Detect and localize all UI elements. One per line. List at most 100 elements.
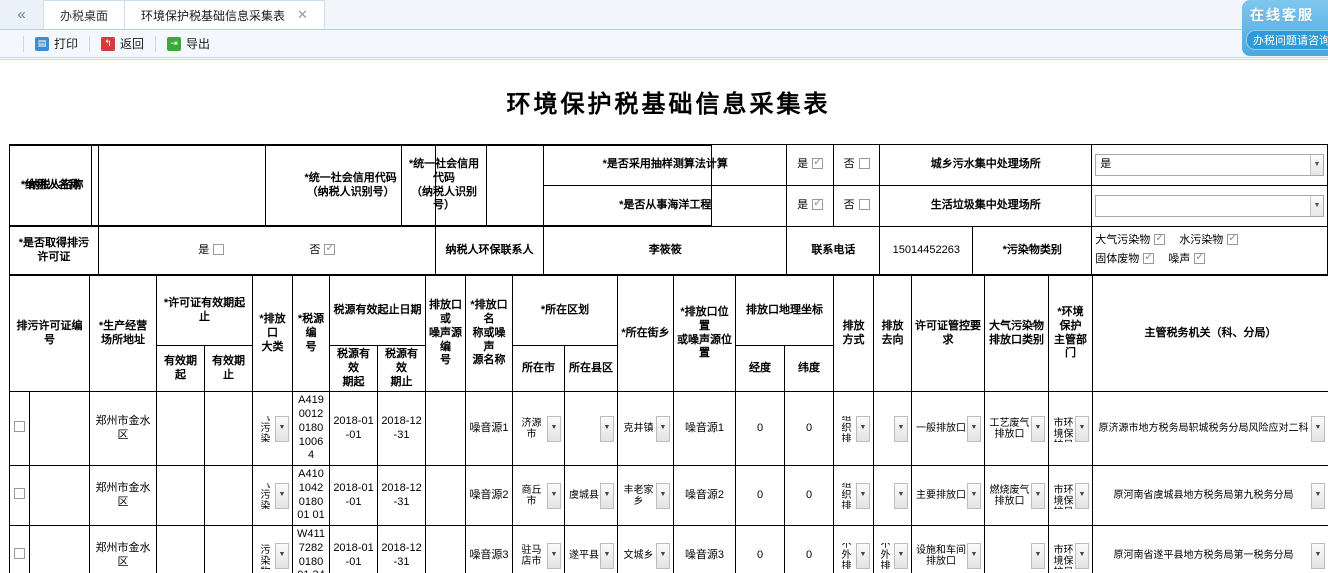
- online-service-pill[interactable]: 办税问题请咨询: [1246, 30, 1328, 50]
- checkbox-pollutant-noise[interactable]: 噪声: [1168, 251, 1206, 267]
- cell-outlet-category[interactable]: 大气污染物 ▼: [252, 465, 293, 526]
- value-contact-phone[interactable]: 15014452263: [879, 226, 974, 275]
- checkbox-icon[interactable]: [1143, 251, 1155, 265]
- chevron-down-icon[interactable]: ▼: [1310, 196, 1323, 216]
- print-button[interactable]: ▤ 打印: [33, 35, 80, 52]
- chevron-down-icon[interactable]: ▼: [1031, 542, 1045, 569]
- cell-permit-control[interactable]: 一般排放口 ▼: [911, 391, 985, 466]
- chevron-down-icon[interactable]: ▼: [1311, 415, 1325, 442]
- chevron-down-icon[interactable]: ▼: [856, 542, 870, 569]
- cell-longitude[interactable]: 0: [735, 465, 785, 526]
- cell-permit-control[interactable]: 设施和车间排放口 ▼: [911, 525, 985, 573]
- chevron-down-icon[interactable]: ▼: [1075, 542, 1089, 569]
- env-dept-combo[interactable]: 郑州市环境保护局▼: [1052, 542, 1089, 569]
- value-env-contact[interactable]: 李筱筱: [543, 226, 788, 275]
- cell-tax-source-no[interactable]: A4190012018010064: [292, 391, 330, 466]
- discharge-method-combo[interactable]: 不外排 ▼: [837, 542, 870, 569]
- cell-outlet-position[interactable]: 噪音源3: [673, 525, 736, 573]
- chevron-down-icon[interactable]: ▼: [894, 542, 908, 569]
- cell-permit-valid-from[interactable]: [156, 465, 205, 526]
- chevron-down-icon[interactable]: ▼: [547, 482, 561, 509]
- chevron-down-icon[interactable]: ▼: [894, 482, 908, 509]
- checkbox-pollutant-water[interactable]: 水污染物: [1179, 232, 1239, 248]
- township-combo[interactable]: 丰老家乡 ▼: [621, 482, 670, 509]
- chevron-down-icon[interactable]: ▼: [275, 482, 289, 509]
- checkbox-icon[interactable]: [1227, 232, 1239, 246]
- county-combo[interactable]: 遂平县 ▼: [568, 542, 614, 569]
- cell-township[interactable]: 文城乡 ▼: [617, 525, 674, 573]
- cell-longitude[interactable]: 0: [735, 525, 785, 573]
- outlet-category-combo[interactable]: 水污染物 ▼: [256, 542, 289, 569]
- checkbox-pollutant-air[interactable]: 大气污染物: [1095, 232, 1166, 248]
- sewage-site-combo[interactable]: 是 ▼: [1095, 154, 1324, 176]
- chevron-down-icon[interactable]: ▼: [1031, 482, 1045, 509]
- cell-permit-valid-from[interactable]: [156, 525, 205, 573]
- cell-township[interactable]: 克井镇 ▼: [617, 391, 674, 466]
- cell-longitude[interactable]: 0: [735, 391, 785, 466]
- cell-tax-valid-to[interactable]: 2018-12-31: [377, 525, 426, 573]
- cell-county[interactable]: 虞城县 ▼: [564, 465, 618, 526]
- export-button[interactable]: ⇥ 导出: [165, 35, 212, 52]
- chevron-down-icon[interactable]: ▼: [547, 542, 561, 569]
- cell-permit-no[interactable]: [29, 525, 90, 573]
- cell-discharge-method[interactable]: 不外排 ▼: [833, 525, 874, 573]
- cell-county[interactable]: 遂平县 ▼: [564, 525, 618, 573]
- tax-authority-combo[interactable]: 原济源市地方税务局轵城税务分局风险应对二科 ▼: [1096, 415, 1325, 442]
- discharge-direction-combo[interactable]: 不外排 ▼: [877, 542, 908, 569]
- chevron-down-icon[interactable]: ▼: [1310, 155, 1323, 175]
- air-outlet-type-combo[interactable]: 燃烧废气排放口 ▼: [988, 482, 1045, 509]
- cell-discharge-method[interactable]: 有组织排放 ▼: [833, 391, 874, 466]
- cell-outlet-position[interactable]: 噪音源2: [673, 465, 736, 526]
- cell-tax-valid-from[interactable]: 2018-01-01: [329, 525, 378, 573]
- county-combo[interactable]: 虞城县 ▼: [568, 482, 614, 509]
- chevron-down-icon[interactable]: ▼: [600, 415, 614, 442]
- township-combo[interactable]: 克井镇 ▼: [621, 415, 670, 442]
- permit-control-combo[interactable]: 一般排放口 ▼: [915, 415, 981, 442]
- air-outlet-type-combo[interactable]: 工艺废气排放口 ▼: [988, 415, 1045, 442]
- cell-permit-valid-from[interactable]: [156, 391, 205, 466]
- checkbox-icon[interactable]: [858, 199, 870, 211]
- cell-tax-valid-to[interactable]: 2018-12-31: [377, 465, 426, 526]
- city-combo[interactable]: 济源市 ▼: [516, 415, 561, 442]
- cell-outlet-category[interactable]: 大气污染物 ▼: [252, 391, 293, 466]
- chevron-down-icon[interactable]: ▼: [856, 482, 870, 509]
- cell-discharge-direction[interactable]: 不外排 ▼: [873, 525, 912, 573]
- checkbox-marine-no[interactable]: 否: [832, 185, 881, 227]
- cell-tax-valid-from[interactable]: 2018-01-01: [329, 465, 378, 526]
- checkbox-permit-yes[interactable]: 是: [198, 243, 225, 258]
- checkbox-icon[interactable]: [858, 158, 870, 170]
- cell-permit-no[interactable]: [29, 391, 90, 466]
- checkbox-marine-yes[interactable]: 是: [786, 185, 834, 227]
- cell-tax-authority[interactable]: 原河南省遂平县地方税务局第一税务分局 ▼: [1092, 525, 1328, 573]
- checkbox-icon[interactable]: [812, 197, 824, 211]
- tab-办税桌面[interactable]: 办税桌面: [44, 0, 126, 29]
- cell-latitude[interactable]: 0: [784, 465, 834, 526]
- cell-outlet-position[interactable]: 噪音源1: [673, 391, 736, 466]
- field-sewage-site[interactable]: 是 ▼: [1091, 144, 1328, 186]
- cell-discharge-method[interactable]: 有组织排放 ▼: [833, 465, 874, 526]
- cell-latitude[interactable]: 0: [784, 391, 834, 466]
- chevron-down-icon[interactable]: ▼: [600, 482, 614, 509]
- row-select-checkbox[interactable]: [9, 465, 30, 526]
- cell-permit-control[interactable]: 主要排放口 ▼: [911, 465, 985, 526]
- chevron-down-icon[interactable]: ▼: [275, 415, 289, 442]
- chevron-down-icon[interactable]: ▼: [656, 415, 670, 442]
- table-row[interactable]: 郑州市金水区水污染物▼W4117282018001 342018-01-0120…: [9, 525, 1328, 573]
- chevron-down-icon[interactable]: ▼: [600, 542, 614, 569]
- cell-tax-valid-to[interactable]: 2018-12-31: [377, 391, 426, 466]
- checkbox-icon[interactable]: [213, 243, 225, 255]
- city-combo[interactable]: 商丘市 ▼: [516, 482, 561, 509]
- field-taxpayer-name[interactable]: [97, 144, 267, 227]
- checkbox-sampling-yes[interactable]: 是: [786, 144, 834, 186]
- outlet-category-combo[interactable]: 大气污染物 ▼: [256, 415, 289, 442]
- discharge-method-combo[interactable]: 有组织排放 ▼: [837, 415, 870, 442]
- cell-air-outlet-type[interactable]: 燃烧废气排放口 ▼: [984, 465, 1049, 526]
- cell-air-outlet-type[interactable]: 工艺废气排放口 ▼: [984, 391, 1049, 466]
- cell-outlet-or-noise-no[interactable]: [425, 465, 466, 526]
- checkbox-icon[interactable]: [1154, 232, 1166, 246]
- checkbox-permit-no[interactable]: 否: [309, 242, 336, 258]
- cell-outlet-or-noise-no[interactable]: [425, 391, 466, 466]
- table-row[interactable]: 郑州市金水区大气污染物▼A4101042018001 012018-01-012…: [9, 465, 1328, 526]
- chevron-down-icon[interactable]: ▼: [656, 542, 670, 569]
- cell-tax-valid-from[interactable]: 2018-01-01: [329, 391, 378, 466]
